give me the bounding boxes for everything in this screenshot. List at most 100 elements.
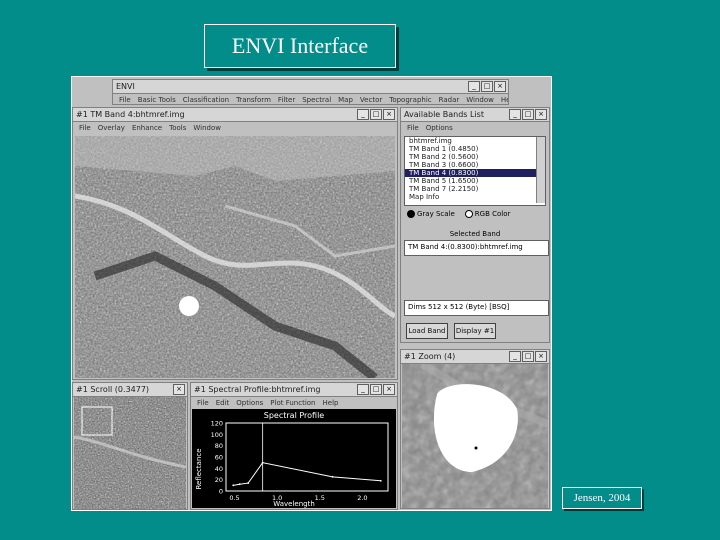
spectral-profile-point xyxy=(379,479,382,482)
close-icon[interactable]: × xyxy=(535,351,547,362)
spectral-profile-menubar: File Edit Options Plot Function Help xyxy=(191,397,397,409)
envi-main-menu-item[interactable]: File xyxy=(119,96,131,104)
load-band-button[interactable]: Load Band xyxy=(406,323,448,339)
envi-main-title: ENVI xyxy=(116,82,135,91)
spectral-profile-menu-item[interactable]: Plot Function xyxy=(270,399,315,407)
envi-main-titlebar[interactable]: ENVI _ □ × xyxy=(113,80,508,94)
zoom-window-title: #1 Zoom (4) xyxy=(404,352,456,361)
credit-text: Jensen, 2004 xyxy=(573,492,631,504)
bands-list-titlebar[interactable]: Available Bands List _ □ × xyxy=(401,108,549,122)
band-list-item[interactable]: Map Info xyxy=(405,193,545,201)
envi-main-menu-item[interactable]: Basic Tools xyxy=(138,96,176,104)
spectral-profile-menu-item[interactable]: Options xyxy=(236,399,263,407)
band-list-item[interactable]: TM Band 5 (1.6500) xyxy=(405,177,545,185)
envi-main-menu-item[interactable]: Spectral xyxy=(302,96,331,104)
envi-main-menu-item[interactable]: Help xyxy=(501,96,508,104)
x-tick-label: 0.5 xyxy=(229,494,239,502)
radio-rgb-color[interactable]: RGB Color xyxy=(464,210,511,218)
x-axis-label: Wavelength xyxy=(273,500,315,508)
bands-list-items: bhtmref.img TM Band 1 (0.4850) TM Band 2 (… xyxy=(405,137,545,201)
close-icon[interactable]: × xyxy=(173,384,185,395)
band-list-item[interactable]: TM Band 2 (0.5600) xyxy=(405,153,545,161)
envi-main-menubar: File Basic Tools Classification Transform Fi… xyxy=(113,94,508,106)
envi-main-menu-item[interactable]: Topographic xyxy=(389,96,431,104)
dims-field: Dims 512 x 512 (Byte) [BSQ] xyxy=(404,300,549,316)
minimize-icon[interactable]: _ xyxy=(357,109,369,120)
minimize-icon[interactable]: _ xyxy=(468,81,480,92)
y-axis-label: Reflectance xyxy=(195,448,203,489)
image-window-menu-item[interactable]: File xyxy=(79,124,91,132)
slide-title-box: ENVI Interface xyxy=(204,24,396,68)
close-icon[interactable]: × xyxy=(383,109,395,120)
bands-list-menubar: File Options xyxy=(401,122,549,134)
image-window-menu-item[interactable]: Window xyxy=(193,124,221,132)
spectral-profile-menu-item[interactable]: Help xyxy=(323,399,339,407)
image-window: #1 TM Band 4:bhtmref.img _ □ × File Overl… xyxy=(72,107,398,380)
scroll-image-graphic xyxy=(74,397,186,509)
spectral-profile-menu-item[interactable]: Edit xyxy=(216,399,230,407)
envi-main-menu-item[interactable]: Radar xyxy=(439,96,460,104)
maximize-icon[interactable]: □ xyxy=(522,351,534,362)
y-tick-label: 0 xyxy=(219,488,223,496)
band-list-item[interactable]: bhtmref.img xyxy=(405,137,545,145)
band-list-item[interactable]: TM Band 3 (0.6600) xyxy=(405,161,545,169)
spectral-profile-point xyxy=(331,475,334,478)
envi-main-menu-item[interactable]: Filter xyxy=(278,96,295,104)
display-button[interactable]: Display #1 xyxy=(454,323,496,339)
chart-title: Spectral Profile xyxy=(264,411,325,420)
spectral-profile-menu-item[interactable]: File xyxy=(197,399,209,407)
bands-list-scrollbar[interactable] xyxy=(536,137,545,203)
image-window-menu-item[interactable]: Tools xyxy=(169,124,186,132)
close-icon[interactable]: × xyxy=(535,109,547,120)
envi-main-menu-item[interactable]: Map xyxy=(338,96,353,104)
y-tick-label: 60 xyxy=(215,454,223,462)
x-tick-label: 1.5 xyxy=(315,494,325,502)
bands-list-window: Available Bands List _ □ × File Options b… xyxy=(400,107,550,343)
spectral-profile-chart[interactable]: Spectral Profile 020406080100120 0.5 1.0 1… xyxy=(192,409,396,508)
radio-gray-scale[interactable]: Gray Scale xyxy=(407,210,455,218)
selected-band-label: Selected Band xyxy=(449,230,501,238)
envi-main-menu-item[interactable]: Window xyxy=(466,96,494,104)
spectral-profile-titlebar[interactable]: #1 Spectral Profile:bhtmref.img _ □ × xyxy=(191,383,397,397)
band-list-item[interactable]: TM Band 4 (0.8300) xyxy=(405,169,545,177)
envi-screenshot: ENVI _ □ × File Basic Tools Classification… xyxy=(71,76,552,511)
zoom-window-titlebar[interactable]: #1 Zoom (4) _ □ × xyxy=(401,350,549,364)
spectral-profile-point xyxy=(247,482,250,484)
image-window-menu-item[interactable]: Overlay xyxy=(98,124,125,132)
zoom-image[interactable] xyxy=(402,364,548,508)
envi-main-menu-item[interactable]: Transform xyxy=(236,96,271,104)
y-tick-label: 20 xyxy=(215,476,223,484)
radio-gray-scale-label: Gray Scale xyxy=(417,210,455,218)
satellite-image[interactable] xyxy=(75,136,395,378)
scroll-window-titlebar[interactable]: #1 Scroll (0.3477) × xyxy=(73,383,187,397)
close-icon[interactable]: × xyxy=(494,81,506,92)
minimize-icon[interactable]: _ xyxy=(509,109,521,120)
bands-listbox[interactable]: bhtmref.img TM Band 1 (0.4850) TM Band 2 (… xyxy=(404,136,546,206)
envi-main-menu-item[interactable]: Vector xyxy=(360,96,382,104)
bands-list-menu-item[interactable]: Options xyxy=(426,124,453,132)
maximize-icon[interactable]: □ xyxy=(522,109,534,120)
envi-main-window: ENVI _ □ × File Basic Tools Classification… xyxy=(112,79,509,105)
image-window-titlebar[interactable]: #1 TM Band 4:bhtmref.img _ □ × xyxy=(73,108,397,122)
bands-list-menu-item[interactable]: File xyxy=(407,124,419,132)
minimize-icon[interactable]: _ xyxy=(509,351,521,362)
y-tick-label: 100 xyxy=(211,431,223,439)
radio-off-icon xyxy=(464,210,473,218)
close-icon[interactable]: × xyxy=(383,384,395,395)
image-window-menu-item[interactable]: Enhance xyxy=(132,124,162,132)
envi-main-menu-item[interactable]: Classification xyxy=(183,96,229,104)
x-tick-label: 2.0 xyxy=(357,494,367,502)
radio-rgb-color-label: RGB Color xyxy=(474,210,511,218)
zoom-window: #1 Zoom (4) _ □ × xyxy=(400,349,550,509)
spectral-profile-window: #1 Spectral Profile:bhtmref.img _ □ × Fi… xyxy=(190,382,398,510)
zoom-image-graphic xyxy=(402,364,548,508)
maximize-icon[interactable]: □ xyxy=(370,384,382,395)
band-list-item[interactable]: TM Band 7 (2.2150) xyxy=(405,185,545,193)
maximize-icon[interactable]: □ xyxy=(370,109,382,120)
maximize-icon[interactable]: □ xyxy=(481,81,493,92)
minimize-icon[interactable]: _ xyxy=(357,384,369,395)
scroll-image[interactable] xyxy=(74,397,186,509)
selected-band-field[interactable]: TM Band 4:(0.8300):bhtmref.img xyxy=(404,240,549,256)
band-list-item[interactable]: TM Band 1 (0.4850) xyxy=(405,145,545,153)
image-window-menubar: File Overlay Enhance Tools Window xyxy=(73,122,397,134)
